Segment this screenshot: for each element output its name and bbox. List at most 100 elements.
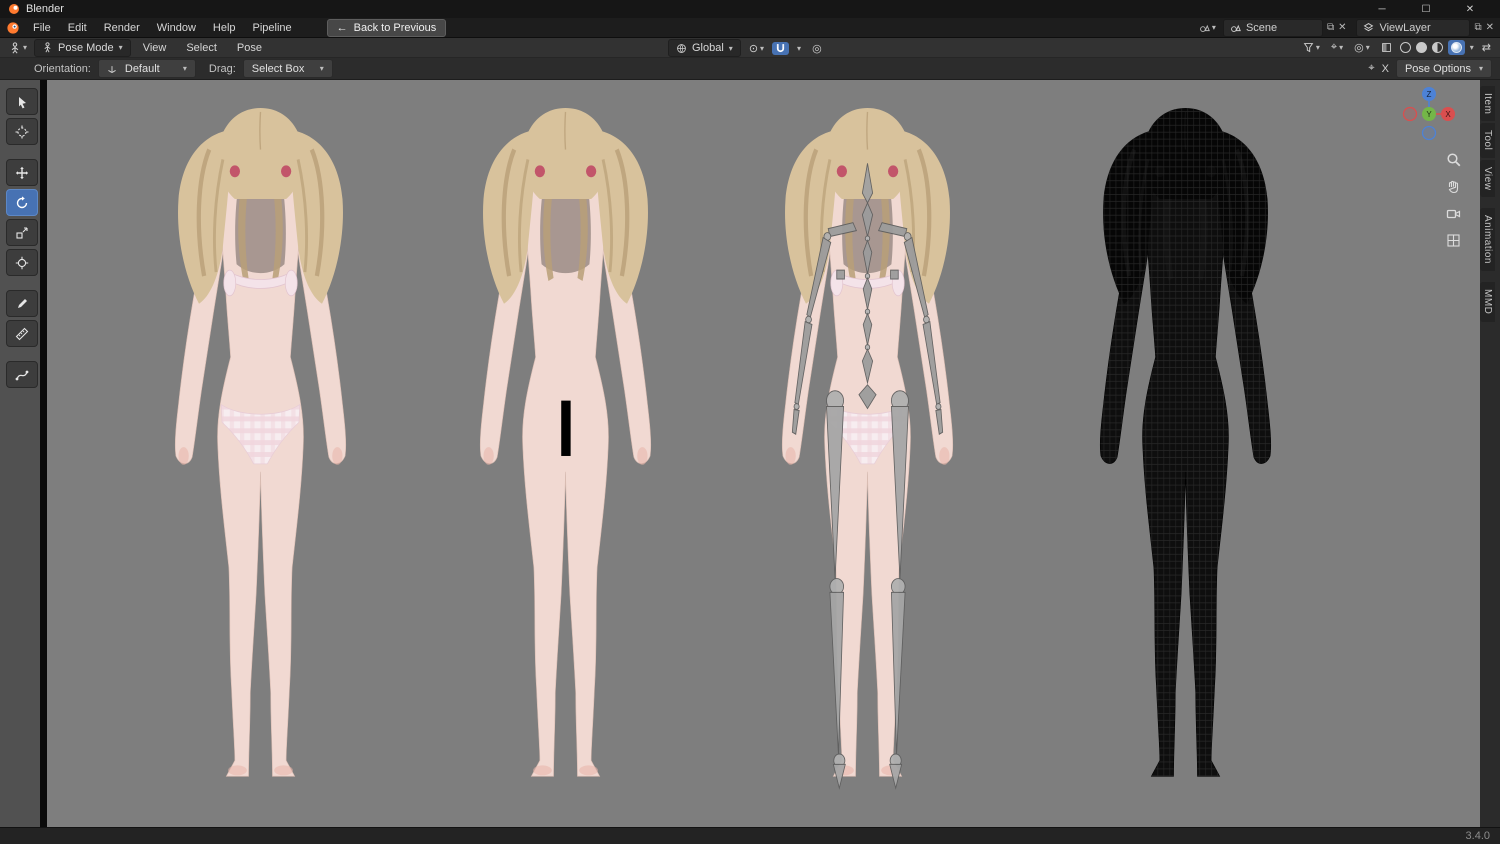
menu-file[interactable]: File (25, 20, 59, 36)
scene-selector[interactable]: Scene (1222, 18, 1323, 37)
tab-mmd[interactable]: MMD (1480, 282, 1495, 322)
scale-icon (16, 226, 28, 239)
ortho-toggle-button[interactable] (1444, 231, 1462, 249)
character-model-armature[interactable] (765, 108, 970, 800)
character-model-body[interactable] (463, 108, 668, 800)
swap-arrows-icon[interactable]: ⇄ (1479, 40, 1494, 55)
chevron-down-icon: ▾ (319, 64, 324, 73)
new-scene-button[interactable]: ⧉ (1327, 22, 1334, 33)
back-arrow-icon: ← (336, 21, 348, 34)
tool-rotate[interactable] (6, 189, 38, 216)
browse-scene-button[interactable]: ▾ (1196, 21, 1219, 34)
annotate-pen-icon (18, 298, 27, 308)
chevron-down-icon: ▾ (1339, 43, 1344, 52)
menu-pose[interactable]: Pose (229, 40, 270, 56)
tab-tool[interactable]: Tool (1480, 123, 1495, 158)
chevron-down-icon: ▾ (728, 43, 733, 53)
tool-settings-bar: Orientation: Default ▾ Drag: Select Box … (0, 58, 1500, 80)
viewlayer-icon (1364, 23, 1374, 32)
selectability-filter-dropdown[interactable]: ▾ (1300, 41, 1323, 54)
minimize-button[interactable]: ─ (1360, 4, 1404, 15)
editor-3dview-icon (11, 41, 19, 53)
tool-pose-breakdowner[interactable] (6, 361, 38, 388)
axis-x-negative[interactable] (1402, 106, 1418, 122)
window-title: Blender (26, 3, 64, 15)
axis-x-label: X (1445, 110, 1451, 119)
camera-icon (1446, 209, 1460, 218)
drag-field-label: Drag: (208, 62, 236, 75)
editor-type-selector[interactable]: ▾ (6, 41, 30, 55)
tab-animation[interactable]: Animation (1480, 208, 1495, 272)
xray-toggle[interactable] (1378, 41, 1395, 54)
magnifier-icon (1446, 152, 1460, 166)
shading-material-button[interactable] (1431, 42, 1443, 53)
mode-selector[interactable]: Pose Mode ▾ (34, 38, 131, 57)
scene-browse-icon (1200, 24, 1210, 32)
window-titlebar: Blender ─ ☐ ✕ (0, 0, 1500, 18)
menu-window[interactable]: Window (149, 20, 204, 36)
close-button[interactable]: ✕ (1448, 4, 1492, 15)
drag-mode-dropdown[interactable]: Select Box ▾ (242, 59, 333, 78)
new-viewlayer-button[interactable]: ⧉ (1474, 22, 1481, 33)
chevron-down-icon: ▾ (797, 43, 802, 53)
pose-options-dropdown[interactable]: Pose Options ▾ (1395, 59, 1492, 78)
proportional-editing-toggle[interactable]: ◎ (809, 41, 825, 56)
tab-item[interactable]: Item (1480, 86, 1495, 122)
tool-annotate[interactable] (6, 290, 38, 317)
orientation-default-dropdown[interactable]: Default ▾ (97, 59, 196, 78)
filter-funnel-icon (1303, 43, 1314, 53)
remove-viewlayer-button[interactable]: ✕ (1486, 22, 1494, 33)
axis-z-negative[interactable] (1421, 125, 1437, 141)
navigation-gizmo[interactable]: Z Y X (1400, 85, 1458, 143)
zoom-button[interactable] (1444, 150, 1462, 168)
unlink-scene-button[interactable]: ✕ (1338, 22, 1346, 33)
measure-ruler-icon (15, 327, 29, 340)
tool-cursor[interactable] (6, 118, 38, 145)
overlays-dropdown[interactable]: ◎ ▾ (1351, 40, 1373, 55)
menu-view[interactable]: View (135, 40, 175, 56)
character-model-wireframe[interactable] (1083, 108, 1288, 800)
region-divider[interactable] (40, 80, 47, 827)
menu-render[interactable]: Render (96, 20, 148, 36)
tool-tweak-select[interactable] (6, 88, 38, 115)
transform-orientation-selector[interactable]: Global ▾ (668, 39, 741, 57)
tool-measure[interactable] (6, 320, 38, 347)
menu-help[interactable]: Help (205, 20, 244, 36)
shading-wireframe-button[interactable] (1399, 42, 1411, 53)
camera-view-button[interactable] (1444, 204, 1462, 222)
censor-bar (561, 400, 571, 456)
viewport-3d[interactable]: Z Y X Item Tool View Animation MMD (0, 80, 1500, 827)
shading-solid-button[interactable] (1415, 42, 1427, 53)
character-model-textured[interactable] (158, 108, 363, 800)
shading-rendered-button[interactable] (1450, 42, 1462, 53)
snap-toggle[interactable] (772, 41, 790, 55)
shading-options-dropdown[interactable]: ▾ (1470, 43, 1474, 52)
viewport-nav-buttons (1444, 150, 1462, 249)
blender-logo-icon (9, 4, 19, 14)
pivot-point-selector[interactable]: ⊙ ▾ (746, 41, 767, 56)
move-icon (15, 166, 29, 179)
global-orientation-icon (677, 43, 686, 53)
chevron-down-icon: ▾ (760, 43, 765, 53)
menu-select[interactable]: Select (178, 40, 225, 56)
scene-viewlayer-cluster: ▾ Scene ⧉ ✕ ViewLayer ⧉ ✕ (1196, 18, 1494, 37)
tool-scale[interactable] (6, 219, 38, 246)
tab-view[interactable]: View (1480, 159, 1495, 198)
orientation-field-label: Orientation: (34, 62, 91, 75)
gizmos-dropdown[interactable]: ⌖ ▾ (1328, 40, 1346, 55)
status-bar: 3.4.0 (0, 827, 1500, 844)
pan-button[interactable] (1444, 177, 1462, 195)
menu-edit[interactable]: Edit (60, 20, 95, 36)
tool-move[interactable] (6, 159, 38, 186)
pose-options-label: Pose Options (1404, 62, 1471, 75)
chevron-down-icon: ▾ (182, 64, 187, 73)
back-to-previous-button[interactable]: ← Back to Previous (326, 18, 447, 37)
menu-pipeline[interactable]: Pipeline (245, 20, 300, 36)
pivot-icon: ⊙ (748, 42, 759, 55)
viewlayer-selector[interactable]: ViewLayer (1356, 18, 1471, 37)
chevron-down-icon: ▾ (118, 43, 123, 52)
snap-settings-dropdown[interactable]: ▾ (794, 43, 804, 54)
maximize-button[interactable]: ☐ (1404, 4, 1448, 15)
drag-value: Select Box (251, 62, 305, 75)
tool-transform[interactable] (6, 249, 38, 276)
